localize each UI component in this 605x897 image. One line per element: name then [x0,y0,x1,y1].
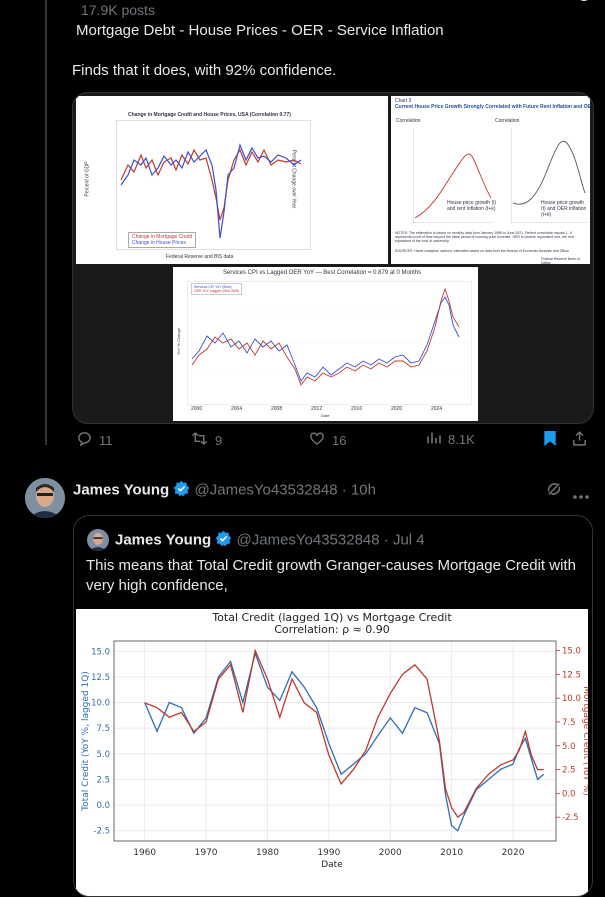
x-tick-label: 1990 [317,848,340,858]
img1-legend: Change in Mortgage Credit Change in Hous… [128,232,197,248]
repost-icon [190,430,209,450]
img2-panel1-legend: House price growth (t) and rent inflatio… [447,200,497,212]
img2-title: Current House Price Growth Strongly Corr… [395,104,590,110]
quote-verified-badge-icon [215,530,232,551]
img3-title: Services CPI vs Lagged OER YoY — Best Co… [223,270,422,276]
img1-ylabel-left: Percent of GDP [84,161,91,197]
more-options-icon[interactable] [573,486,589,504]
img1-title: Change in Mortgage Credit and House Pric… [128,112,291,118]
y-right-tick-label: 10.0 [562,694,581,704]
total-credit-series-line [144,651,545,832]
y-left-tick-label: -2.5 [93,827,110,837]
img3-legend: Services CPI YoY (Blue) OER YoY Lagged (… [191,283,243,295]
repost-button[interactable]: 9 [190,430,222,450]
img3-xticks: 2000 2004 2008 2012 2016 2020 2024 [191,406,443,412]
y-right-tick-label: 0.0 [562,789,576,799]
y-right-axis-label: Mortgage Credit (YoY %) [581,686,588,796]
plot-frame [113,640,557,842]
x-tick-label: 2020 [502,848,525,858]
x-tick-label: 2010 [440,848,463,858]
reply-count: 11 [99,432,113,448]
like-button[interactable]: 16 [308,430,346,450]
thread-line [45,0,47,445]
chart-subtitle: Correlation: ρ ≈ 0.90 [274,623,390,636]
posts-count: 17.9K posts [81,2,155,18]
back-arrow-icon[interactable] [22,0,42,6]
media-grid: Change in Mortgage Credit and House Pric… [72,92,594,424]
like-count: 16 [332,432,347,448]
y-left-axis-label: Total Credit (YoY %, lagged 1Q) [81,671,91,812]
author-handle-time[interactable]: @JamesYo43532848 · 10h [195,481,376,498]
y-right-tick-label: -2.5 [562,813,579,823]
views-icon [426,430,442,449]
share-icon [571,430,588,450]
header-action-icon[interactable] [540,0,600,6]
quote-text: This means that Total Credit growth Gran… [86,557,576,594]
post-body: Finds that it does, with 92% confidence. [72,62,337,79]
y-left-tick-label: 15.0 [91,647,110,657]
quote-author-name: James Young [115,531,212,549]
y-right-tick-label: 2.5 [562,766,576,776]
y-left-tick-label: 2.5 [96,775,110,785]
x-axis-label: Date [321,860,343,870]
mortgage-house-price-chart-image[interactable]: Change in Mortgage Credit and House Pric… [76,96,388,264]
x-tick-label: 1980 [256,848,279,858]
post-title: Mortgage Debt - House Prices - OER - Ser… [76,22,444,39]
verified-badge-icon [173,480,190,501]
img2-panel2-ylabel: Correlation [495,118,520,124]
img3-xlabel: Date [321,413,330,418]
share-button[interactable] [571,430,588,450]
quote-handle-time: @JamesYo43532848 · Jul 4 [236,531,425,549]
img2-panel1-ylabel: Correlation [396,118,421,124]
img1-source: Federal Reserve and BIS data [166,254,234,260]
img1-plot [116,120,311,250]
img2-sources: SOURCES: Haver Analytics; authors' estim… [395,249,570,253]
quoted-post[interactable]: James Young @JamesYo43532848 · Jul 4 Thi… [73,515,593,897]
post-action-bar: 11 9 16 8.1K [74,430,594,458]
y-left-tick-label: 12.5 [91,673,110,683]
heart-icon [308,430,326,450]
avatar[interactable] [25,478,65,518]
bookmark-button[interactable] [543,430,557,450]
reply-button[interactable]: 11 [76,430,113,450]
views-count: 8.1K [448,432,475,447]
services-cpi-oer-chart-image[interactable]: Services CPI vs Lagged OER YoY — Best Co… [173,267,478,421]
mortgage-credit-series-line [144,648,544,819]
x-tick-label: 1970 [195,848,218,858]
x-tick-label: 1960 [133,848,156,858]
bookmark-icon [543,430,557,450]
y-right-tick-label: 15.0 [562,647,581,657]
author-name[interactable]: James Young [73,481,169,498]
avatar-image [25,478,65,518]
credit-chart-svg: Total Credit (lagged 1Q) vs Mortgage Cre… [81,611,591,870]
y-left-tick-label: 5.0 [96,750,110,760]
quote-avatar [87,529,109,551]
views-button[interactable]: 8.1K [426,430,475,449]
repost-count: 9 [215,432,223,448]
img2-notes: NOTES: The estimation is based on monthl… [395,231,575,243]
img2-footer: Federal Reserve Bank of Dallas [541,257,580,265]
post-author-row: James Young @JamesYo43532848 · 10h [73,480,376,501]
reply-icon [76,430,93,450]
y-right-tick-label: 5.0 [562,742,576,752]
grok-icon[interactable] [545,480,563,503]
total-credit-chart-image[interactable]: Total Credit (lagged 1Q) vs Mortgage Cre… [76,609,591,896]
x-tick-label: 2000 [379,848,402,858]
dallas-fed-correlation-image[interactable]: Chart 3 Current House Price Growth Stron… [391,96,590,265]
y-left-tick-label: 10.0 [91,699,110,709]
y-right-tick-label: 12.5 [562,670,581,680]
img3-plot [187,281,472,405]
y-left-tick-label: 7.5 [96,724,110,734]
img2-panel2-legend: House price growth (t) and OER inflation… [541,200,587,218]
img3-ylabel: YoY % Change [175,328,181,355]
y-left-tick-label: 0.0 [96,801,110,811]
quote-author-row: James Young @JamesYo43532848 · Jul 4 [115,530,425,551]
y-right-tick-label: 7.5 [562,718,576,728]
